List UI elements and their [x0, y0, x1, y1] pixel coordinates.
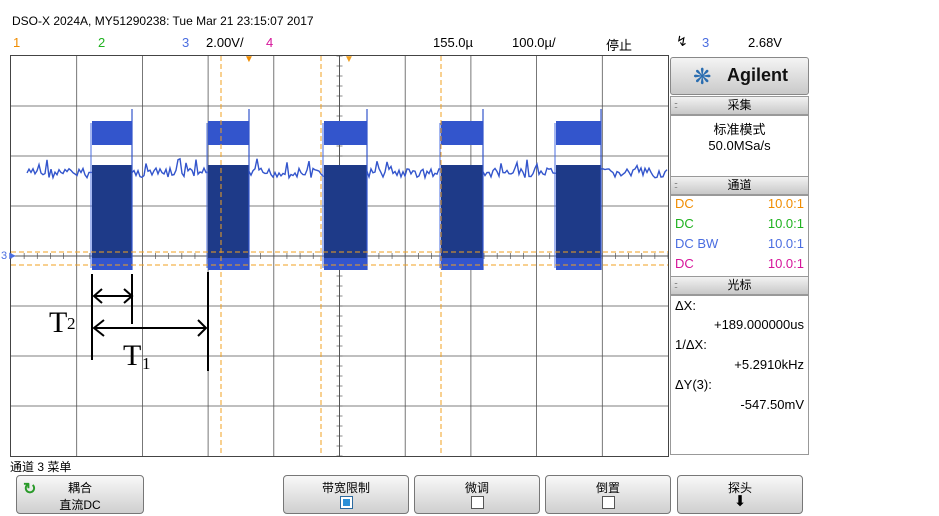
horizontal-delay: 155.0µ: [433, 35, 474, 50]
inverse-delta-x-label: 1/ΔX:: [675, 337, 707, 352]
annotation-t2: T: [49, 306, 68, 339]
channel-2-probe: 10.0:1: [767, 216, 804, 231]
coupling-value: 直流DC: [59, 498, 101, 512]
timebase-scale: 100.0µ/: [512, 35, 556, 50]
invert-checkbox[interactable]: [601, 496, 615, 509]
grip-icon: ::: [674, 280, 678, 290]
coupling-label: 耦合: [67, 481, 92, 495]
cursors-panel-title: 光标: [727, 278, 752, 292]
burst-bottom-band: [324, 258, 367, 270]
down-arrow-icon: ⬇: [733, 493, 747, 510]
bandwidth-limit-label: 带宽限制: [321, 481, 370, 495]
oscilloscope-screen: DSO-X 2024A, MY51290238: Tue Mar 21 23:1…: [0, 0, 824, 516]
run-state: 停止: [606, 38, 633, 53]
delta-x-label: ΔX:: [675, 298, 696, 313]
burst-top-band: [92, 121, 132, 145]
fine-adjust-label: 微调: [464, 481, 489, 495]
channel-row-3[interactable]: DC BW 10.0:1: [671, 236, 808, 256]
invert-label: 倒置: [595, 481, 620, 495]
cursors-panel-header[interactable]: :: 光标: [670, 276, 809, 295]
channel-3-indicator[interactable]: 3: [182, 35, 189, 50]
delta-y-value: -547.50mV: [740, 397, 804, 412]
channels-panel: DC 10.0:1 DC 10.0:1 DC BW 10.0:1 DC 10.0…: [670, 195, 809, 277]
channel-row-2[interactable]: DC 10.0:1: [671, 216, 808, 236]
acquire-mode: 标准模式: [713, 122, 766, 137]
channel-1-probe: 10.0:1: [767, 196, 804, 211]
channel-4-probe: 10.0:1: [767, 256, 804, 271]
channel-4-indicator[interactable]: 4: [266, 35, 273, 50]
agilent-logo: ❋ Agilent: [670, 57, 809, 95]
channel-row-1[interactable]: DC 10.0:1: [671, 196, 808, 216]
invert-softkey[interactable]: 倒置: [545, 475, 671, 514]
probe-softkey[interactable]: 探头 ⬇: [677, 475, 803, 514]
waveform-canvas: [11, 56, 668, 456]
annotation-t1: T: [123, 339, 142, 372]
waveform-display[interactable]: T 2 T 1: [10, 55, 669, 457]
channels-panel-title: 通道: [727, 178, 752, 192]
bandwidth-limit-checkbox[interactable]: [339, 496, 353, 509]
burst-bottom-band: [208, 258, 249, 270]
burst-top-band: [441, 121, 483, 145]
burst-packet: [92, 165, 132, 266]
annotation-t1-sub: 1: [142, 354, 151, 373]
trigger-edge-icon: ↯: [676, 33, 688, 49]
fine-adjust-checkbox[interactable]: [470, 496, 484, 509]
burst-packet: [556, 165, 601, 266]
agilent-spark-icon: ❋: [693, 64, 712, 89]
burst-top-band: [324, 121, 367, 145]
channel-3-coupling: DC BW: [675, 236, 719, 251]
bandwidth-limit-softkey[interactable]: 带宽限制: [283, 475, 409, 514]
burst-bottom-band: [92, 258, 132, 270]
grip-icon: ::: [674, 100, 678, 110]
burst-bottom-band: [441, 258, 483, 270]
burst-bottom-band: [556, 258, 601, 270]
t2-arrow: [92, 288, 134, 304]
burst-top-band: [208, 121, 249, 145]
channel-row-4[interactable]: DC 10.0:1: [671, 256, 808, 276]
acquire-panel: 标准模式 50.0MSa/s: [670, 115, 809, 177]
annotation-t2-sub: 2: [67, 314, 76, 333]
cursors-panel: ΔX: +189.000000us 1/ΔX: +5.2910kHz ΔY(3)…: [670, 295, 809, 455]
channel-3-ground-marker[interactable]: 3►: [1, 250, 18, 262]
channel-2-coupling: DC: [675, 216, 694, 231]
sample-rate: 50.0MSa/s: [708, 138, 771, 153]
channel-1-indicator[interactable]: 1: [13, 35, 20, 50]
channel-2-indicator[interactable]: 2: [98, 35, 105, 50]
fine-adjust-softkey[interactable]: 微调: [414, 475, 540, 514]
acquire-panel-title: 采集: [727, 98, 752, 112]
burst-packet: [441, 165, 483, 266]
channel-4-coupling: DC: [675, 256, 694, 271]
grip-icon: ::: [674, 180, 678, 190]
delta-y-label: ΔY(3):: [675, 377, 712, 392]
cursor-marker[interactable]: ▼: [344, 54, 354, 65]
acquire-panel-header[interactable]: :: 采集: [670, 96, 809, 115]
brand-name: Agilent: [727, 65, 788, 85]
window-title: DSO-X 2024A, MY51290238: Tue Mar 21 23:1…: [12, 14, 314, 28]
channels-panel-header[interactable]: :: 通道: [670, 176, 809, 195]
menu-title: 通道 3 菜单: [10, 460, 72, 474]
channel-1-coupling: DC: [675, 196, 694, 211]
burst-top-band: [556, 121, 601, 145]
burst-packet: [208, 165, 249, 266]
channel-3-waveform: [26, 109, 668, 270]
channel-3-probe: 10.0:1: [767, 236, 804, 251]
channel-3-scale: 2.00V/: [206, 35, 244, 50]
trigger-source: 3: [702, 35, 710, 50]
t1-arrow: [92, 319, 208, 337]
trigger-level: 2.68V: [748, 35, 782, 50]
delta-x-value: +189.000000us: [713, 317, 804, 332]
inverse-delta-x-value: +5.2910kHz: [734, 357, 804, 372]
burst-packet: [324, 165, 367, 266]
trigger-position-marker[interactable]: ▼: [244, 54, 254, 65]
coupling-softkey[interactable]: ↻ 耦合 直流DC: [16, 475, 144, 514]
